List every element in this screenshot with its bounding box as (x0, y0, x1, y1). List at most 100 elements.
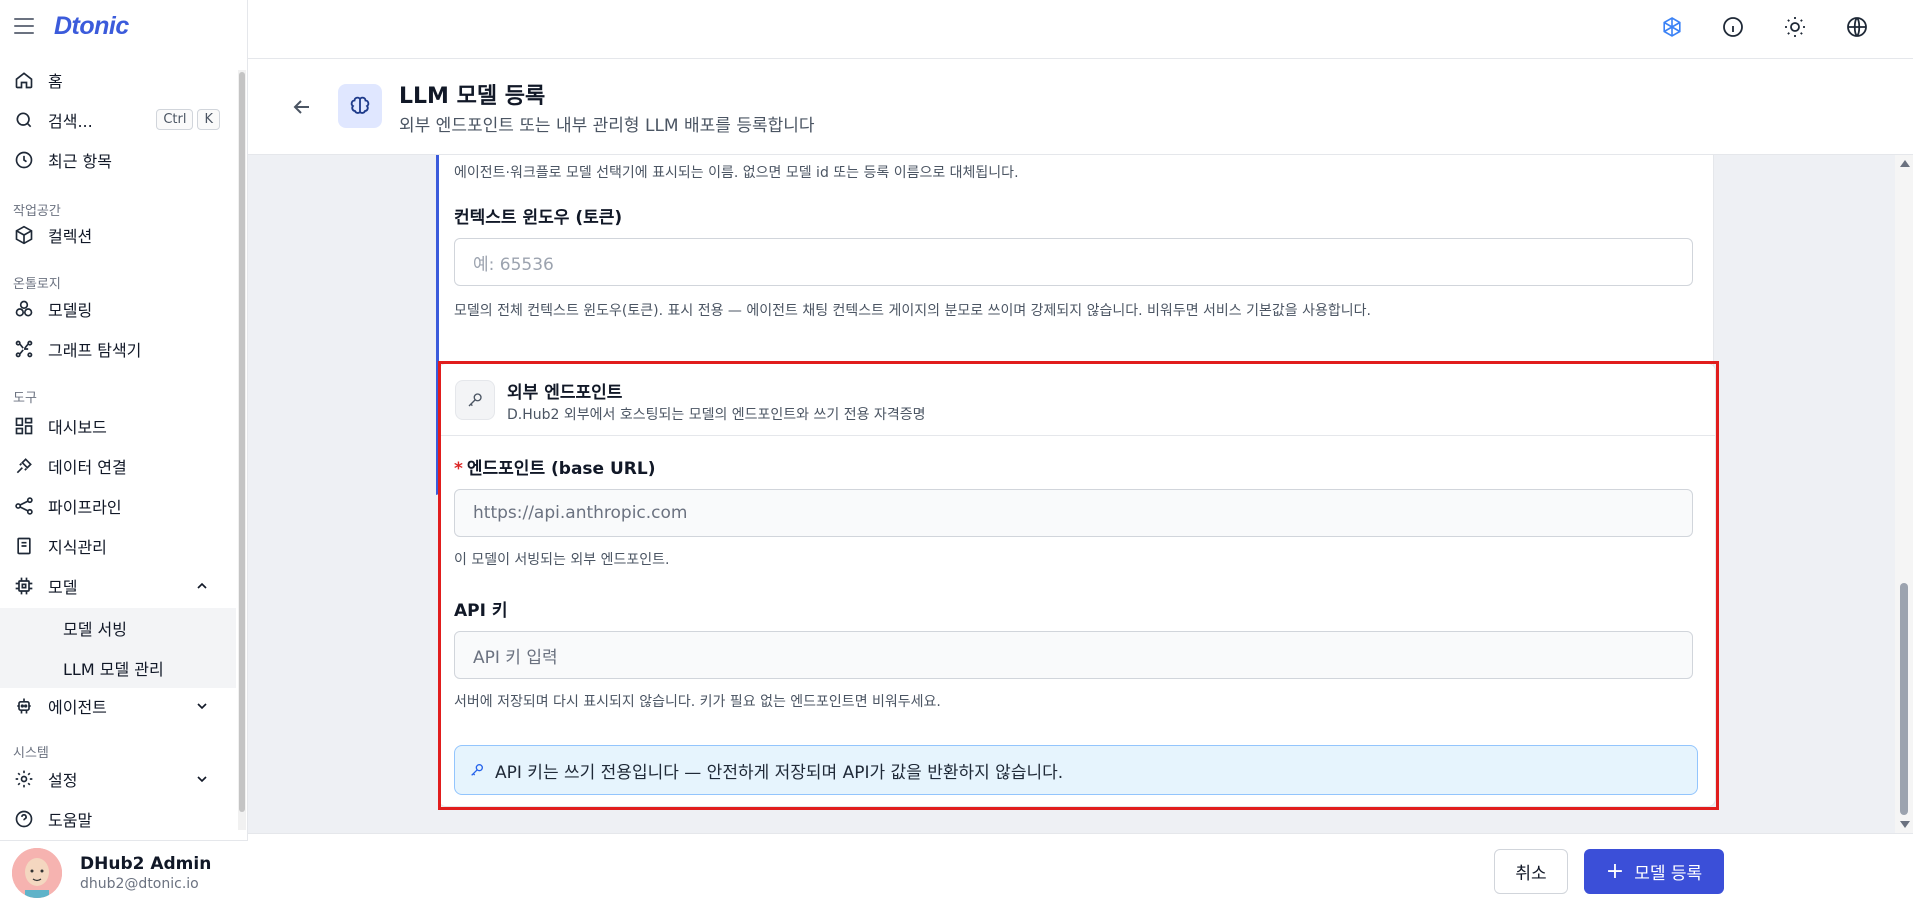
register-model-button[interactable]: + 모델 등록 (1584, 849, 1724, 894)
sidebar-item-label: 모델 서빙 (63, 620, 127, 639)
chevron-down-icon (197, 703, 207, 710)
avatar (12, 847, 62, 898)
circles-icon (14, 299, 34, 319)
chevron-down-icon (197, 776, 207, 783)
kbd-k: K (197, 109, 220, 130)
sidebar-header: Dtonic (0, 0, 248, 58)
kbd-ctrl: Ctrl (156, 109, 194, 130)
robot-icon (14, 696, 34, 716)
info-banner: API 키는 쓰기 전용입니다 — 안전하게 저장되며 API가 값을 반환하지… (454, 745, 1698, 795)
scroll-up-icon[interactable] (1900, 160, 1910, 167)
endpoint-label-text: 엔드포인트 (base URL) (466, 459, 656, 479)
sidebar-item-label: 최근 항목 (48, 152, 112, 171)
sidebar-item-label: 모델 (48, 578, 78, 597)
page-title: LLM 모델 등록 (399, 84, 546, 109)
book-icon (14, 536, 34, 556)
scroll-thumb[interactable] (1900, 583, 1908, 815)
sidebar-item-model-serving[interactable]: 모델 서빙 (0, 608, 236, 648)
sidebar-scrollbar[interactable] (238, 70, 246, 830)
required-mark: * (454, 459, 463, 479)
section-label-system: 시스템 (13, 746, 49, 761)
globe-icon[interactable] (1845, 15, 1869, 39)
endpoint-input[interactable]: https://api.anthropic.com (454, 489, 1693, 537)
cube-icon (14, 225, 34, 245)
sidebar-item-pipeline[interactable]: 파이프라인 (0, 488, 236, 524)
page-header: LLM 모델 등록 외부 엔드포인트 또는 내부 관리형 LLM 배포를 등록합… (248, 58, 1913, 155)
section-label-tools: 도구 (13, 391, 37, 406)
register-model-label: 모델 등록 (1634, 864, 1703, 884)
home-icon (14, 70, 34, 90)
ai-network-icon[interactable] (1660, 15, 1684, 39)
main-scrollbar[interactable] (1895, 155, 1913, 833)
sidebar-item-modeling[interactable]: 모델링 (0, 291, 236, 327)
context-window-hint: 모델의 전체 컨텍스트 윈도우(토큰). 표시 전용 — 에이전트 채팅 컨텍스… (454, 303, 1371, 319)
cancel-button[interactable]: 취소 (1494, 849, 1568, 894)
sidebar-item-llm-model-mgmt[interactable]: LLM 모델 관리 (0, 648, 236, 688)
user-profile[interactable]: DHub2 Admin dhub2@dtonic.io (0, 840, 248, 904)
sidebar-item-search[interactable]: 검색... Ctrl K (0, 102, 236, 138)
sidebar-item-label: 그래프 탐색기 (48, 341, 142, 360)
scroll-down-icon[interactable] (1900, 821, 1910, 828)
apikey-label: API 키 (454, 601, 508, 621)
sidebar-item-label: 데이터 연결 (48, 458, 127, 477)
chevron-up-icon (197, 582, 207, 589)
sidebar-item-label: 대시보드 (48, 418, 107, 437)
sidebar-item-knowledge[interactable]: 지식관리 (0, 528, 236, 564)
top-bar (248, 0, 1913, 58)
graph-icon (14, 339, 34, 359)
plus-icon: + (1605, 858, 1625, 884)
user-name: DHub2 Admin (80, 853, 212, 874)
plug-icon (14, 456, 34, 476)
search-icon (14, 110, 34, 130)
sidebar-item-label: 검색... (48, 112, 93, 131)
shortcut-hint: Ctrl K (152, 109, 220, 130)
sidebar-item-label: 도움말 (48, 811, 93, 830)
dashboard-icon (14, 416, 34, 436)
back-arrow-icon[interactable] (290, 95, 314, 119)
sidebar-item-label: 지식관리 (48, 538, 107, 557)
display-name-hint: 에이전트·워크플로 모델 선택기에 표시되는 이름. 없으면 모델 id 또는 … (454, 165, 1019, 181)
key-icon (471, 764, 483, 776)
endpoint-label: * 엔드포인트 (base URL) (454, 454, 655, 479)
share-icon (14, 496, 34, 516)
app-logo[interactable]: Dtonic (54, 12, 129, 41)
external-endpoint-card: 외부 엔드포인트 D.Hub2 외부에서 호스팅되는 모델의 엔드포인트와 쓰기… (438, 363, 1716, 807)
endpoint-hint: 이 모델이 서빙되는 외부 엔드포인트. (454, 552, 670, 568)
sidebar-item-label: 설정 (48, 771, 78, 790)
sidebar-item-dashboard[interactable]: 대시보드 (0, 408, 236, 444)
sidebar-item-settings[interactable]: 설정 (0, 761, 236, 797)
sidebar-item-home[interactable]: 홈 (0, 62, 236, 98)
section-label-ontology: 온톨로지 (13, 277, 61, 292)
sidebar-item-label: 컬렉션 (48, 227, 93, 246)
sidebar-item-help[interactable]: 도움말 (0, 801, 236, 837)
apikey-hint: 서버에 저장되며 다시 표시되지 않습니다. 키가 필요 없는 엔드포인트면 비… (454, 694, 941, 710)
context-window-label: 컨텍스트 윈도우 (토큰) (454, 208, 623, 228)
menu-icon[interactable] (14, 18, 34, 36)
help-icon (14, 809, 34, 829)
apikey-input[interactable]: API 키 입력 (454, 631, 1693, 679)
key-icon (455, 380, 495, 420)
form-footer: 취소 + 모델 등록 (248, 833, 1913, 904)
sidebar-item-label: 에이전트 (48, 698, 107, 717)
brain-icon (338, 84, 382, 128)
sidebar-item-collection[interactable]: 컬렉션 (0, 217, 236, 253)
sidebar-item-agent[interactable]: 에이전트 (0, 688, 236, 724)
user-email: dhub2@dtonic.io (80, 875, 199, 892)
external-endpoint-desc: D.Hub2 외부에서 호스팅되는 모델의 엔드포인트와 쓰기 전용 자격증명 (507, 407, 926, 423)
info-banner-text: API 키는 쓰기 전용입니다 — 안전하게 저장되며 API가 값을 반환하지… (495, 762, 1064, 783)
chip-icon (14, 576, 34, 596)
gear-icon (14, 769, 34, 789)
main-content: 에이전트·워크플로 모델 선택기에 표시되는 이름. 없으면 모델 id 또는 … (248, 155, 1895, 833)
sun-icon[interactable] (1783, 15, 1807, 39)
page-subtitle: 외부 엔드포인트 또는 내부 관리형 LLM 배포를 등록합니다 (399, 116, 815, 136)
sidebar-item-label: 파이프라인 (48, 498, 122, 517)
external-endpoint-header: 외부 엔드포인트 D.Hub2 외부에서 호스팅되는 모델의 엔드포인트와 쓰기… (439, 364, 1715, 436)
external-endpoint-title: 외부 엔드포인트 (507, 383, 623, 403)
context-window-input[interactable]: 예: 65536 (454, 238, 1693, 286)
sidebar-item-data-connection[interactable]: 데이터 연결 (0, 448, 236, 484)
sidebar-item-model[interactable]: 모델 (0, 568, 236, 604)
sidebar-item-recent[interactable]: 최근 항목 (0, 142, 236, 178)
info-icon[interactable] (1721, 15, 1745, 39)
sidebar-item-label: 모델링 (48, 301, 93, 320)
sidebar-item-graph-explorer[interactable]: 그래프 탐색기 (0, 331, 236, 367)
